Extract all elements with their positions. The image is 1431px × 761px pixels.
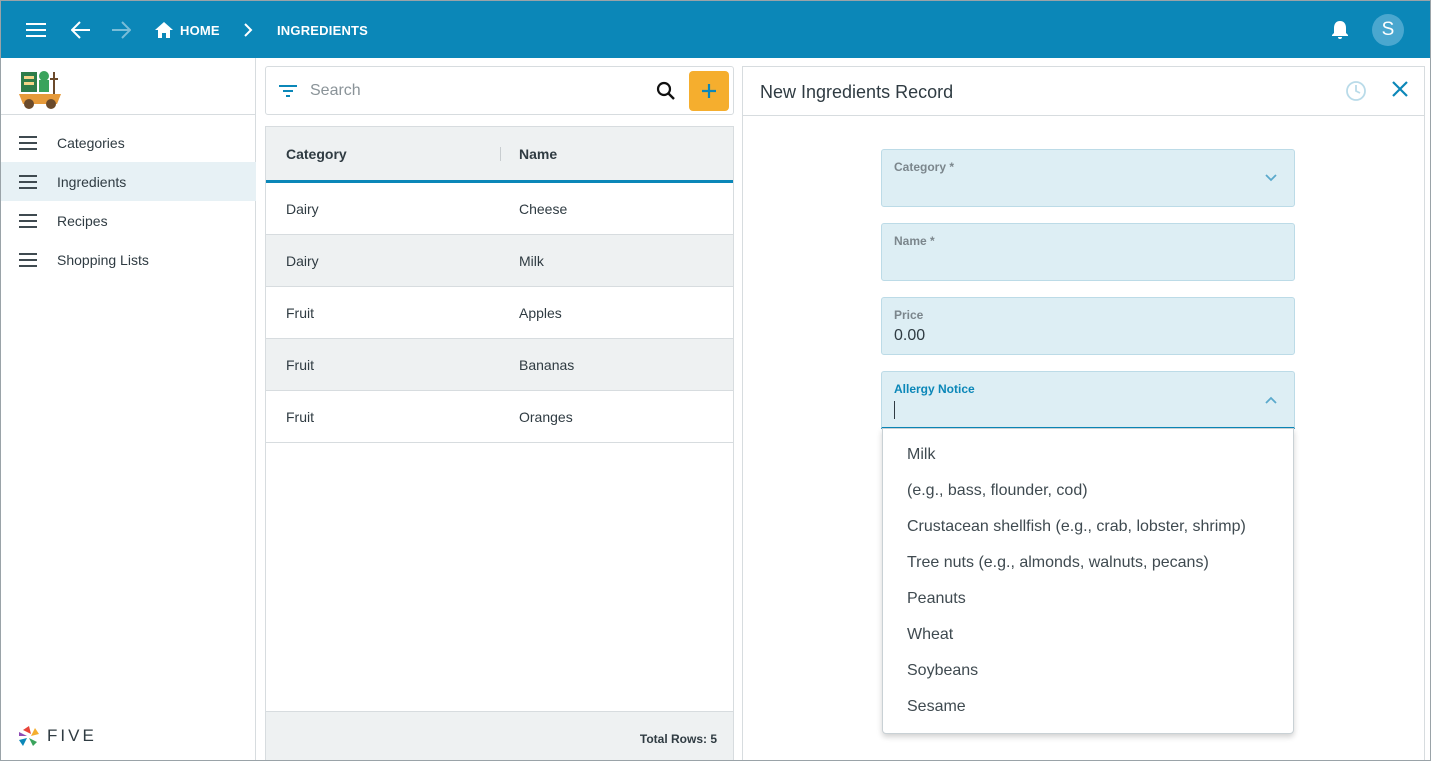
option-peanuts[interactable]: Peanuts [883, 581, 1293, 617]
table-body: Dairy Cheese Dairy Milk Fruit Apples Fru… [266, 183, 733, 443]
allergy-options-dropdown: Milk (e.g., bass, flounder, cod) Crustac… [882, 428, 1294, 734]
sidebar: Categories Ingredients Recipes Shopping … [1, 58, 256, 760]
column-separator [500, 147, 501, 161]
cell-category: Fruit [286, 409, 314, 425]
breadcrumb-home[interactable]: HOME [180, 23, 220, 38]
history-icon[interactable] [1345, 80, 1369, 104]
app-logo [17, 66, 65, 110]
cell-name: Milk [519, 253, 544, 269]
category-select[interactable]: Category * [881, 149, 1295, 207]
table-header: Category Name [266, 127, 733, 183]
field-label: Price [894, 308, 924, 322]
search-bar [265, 66, 734, 115]
option-fish[interactable]: (e.g., bass, flounder, cod) [883, 473, 1293, 509]
add-record-button[interactable] [689, 71, 729, 111]
column-header-category[interactable]: Category [286, 146, 347, 162]
table-footer: Total Rows: 5 [266, 711, 733, 760]
option-soybeans[interactable]: Soybeans [883, 653, 1293, 689]
option-crustacean-shellfish[interactable]: Crustacean shellfish (e.g., crab, lobste… [883, 509, 1293, 545]
menu-icon [19, 252, 39, 268]
home-icon[interactable] [153, 19, 175, 41]
menu-icon [19, 213, 39, 229]
five-brand-text: FIVE [47, 726, 97, 745]
five-logo-mark-icon [19, 726, 39, 746]
option-milk[interactable]: Milk [883, 437, 1293, 473]
sidebar-nav: Categories Ingredients Recipes Shopping … [1, 123, 256, 279]
cell-category: Dairy [286, 253, 319, 269]
cell-category: Fruit [286, 305, 314, 321]
five-logo: FIVE [17, 724, 117, 748]
filter-icon[interactable] [278, 83, 298, 101]
form-title: New Ingredients Record [760, 82, 954, 102]
sidebar-item-label: Categories [57, 134, 125, 151]
cell-category: Fruit [286, 357, 314, 373]
breadcrumb-current[interactable]: INGREDIENTS [277, 23, 368, 38]
search-icon[interactable] [656, 81, 678, 103]
sidebar-item-shopping-lists[interactable]: Shopping Lists [1, 240, 256, 279]
option-wheat[interactable]: Wheat [883, 617, 1293, 653]
search-input[interactable] [310, 79, 640, 103]
field-value: 0.00 [894, 327, 926, 344]
sidebar-item-recipes[interactable]: Recipes [1, 201, 256, 240]
bell-icon[interactable] [1329, 18, 1351, 42]
arrow-forward-icon[interactable] [109, 18, 133, 42]
cell-category: Dairy [286, 201, 319, 217]
menu-icon [19, 135, 39, 151]
field-label: Category * [894, 160, 955, 174]
table-row[interactable]: Dairy Milk [266, 235, 733, 287]
options-list: Milk (e.g., bass, flounder, cod) Crustac… [883, 437, 1293, 725]
sidebar-item-label: Recipes [57, 212, 108, 229]
sidebar-item-categories[interactable]: Categories [1, 123, 256, 162]
form-header: New Ingredients Record [743, 67, 1424, 116]
plus-icon [702, 84, 716, 98]
sidebar-divider [1, 114, 256, 115]
menu-icon [19, 174, 39, 190]
allergy-notice-select[interactable]: Allergy Notice [881, 371, 1295, 429]
option-tree-nuts[interactable]: Tree nuts (e.g., almonds, walnuts, pecan… [883, 545, 1293, 581]
cell-name: Cheese [519, 201, 568, 217]
cell-name: Bananas [519, 357, 575, 373]
text-caret [894, 401, 895, 419]
top-bar: HOME INGREDIENTS S [1, 1, 1430, 58]
menu-icon[interactable] [25, 19, 47, 41]
chevron-down-icon[interactable] [1264, 170, 1280, 186]
field-label: Allergy Notice [894, 382, 975, 396]
table-row[interactable]: Fruit Apples [266, 287, 733, 339]
sidebar-item-label: Shopping Lists [57, 251, 149, 268]
chevron-right-icon [237, 18, 259, 42]
sidebar-item-label: Ingredients [57, 173, 127, 190]
table-row[interactable]: Fruit Oranges [266, 391, 733, 443]
table-row[interactable]: Fruit Bananas [266, 339, 733, 391]
chevron-up-icon[interactable] [1264, 392, 1280, 408]
cell-name: Apples [519, 305, 562, 321]
ingredients-table: Category Name Dairy Cheese Dairy Milk Fr… [265, 126, 734, 760]
option-sesame[interactable]: Sesame [883, 689, 1293, 725]
column-header-name[interactable]: Name [519, 146, 557, 162]
field-label: Name * [894, 234, 935, 248]
arrow-back-icon[interactable] [69, 18, 93, 42]
app-window: HOME INGREDIENTS S Categories Ingredient… [0, 0, 1431, 761]
name-field[interactable]: Name * [881, 223, 1295, 281]
close-icon[interactable] [1391, 80, 1413, 102]
table-row[interactable]: Dairy Cheese [266, 183, 733, 235]
avatar[interactable]: S [1372, 14, 1404, 46]
sidebar-item-ingredients[interactable]: Ingredients [1, 162, 256, 201]
price-field[interactable]: Price 0.00 [881, 297, 1295, 355]
cell-name: Oranges [519, 409, 573, 425]
total-rows: Total Rows: 5 [639, 732, 717, 746]
